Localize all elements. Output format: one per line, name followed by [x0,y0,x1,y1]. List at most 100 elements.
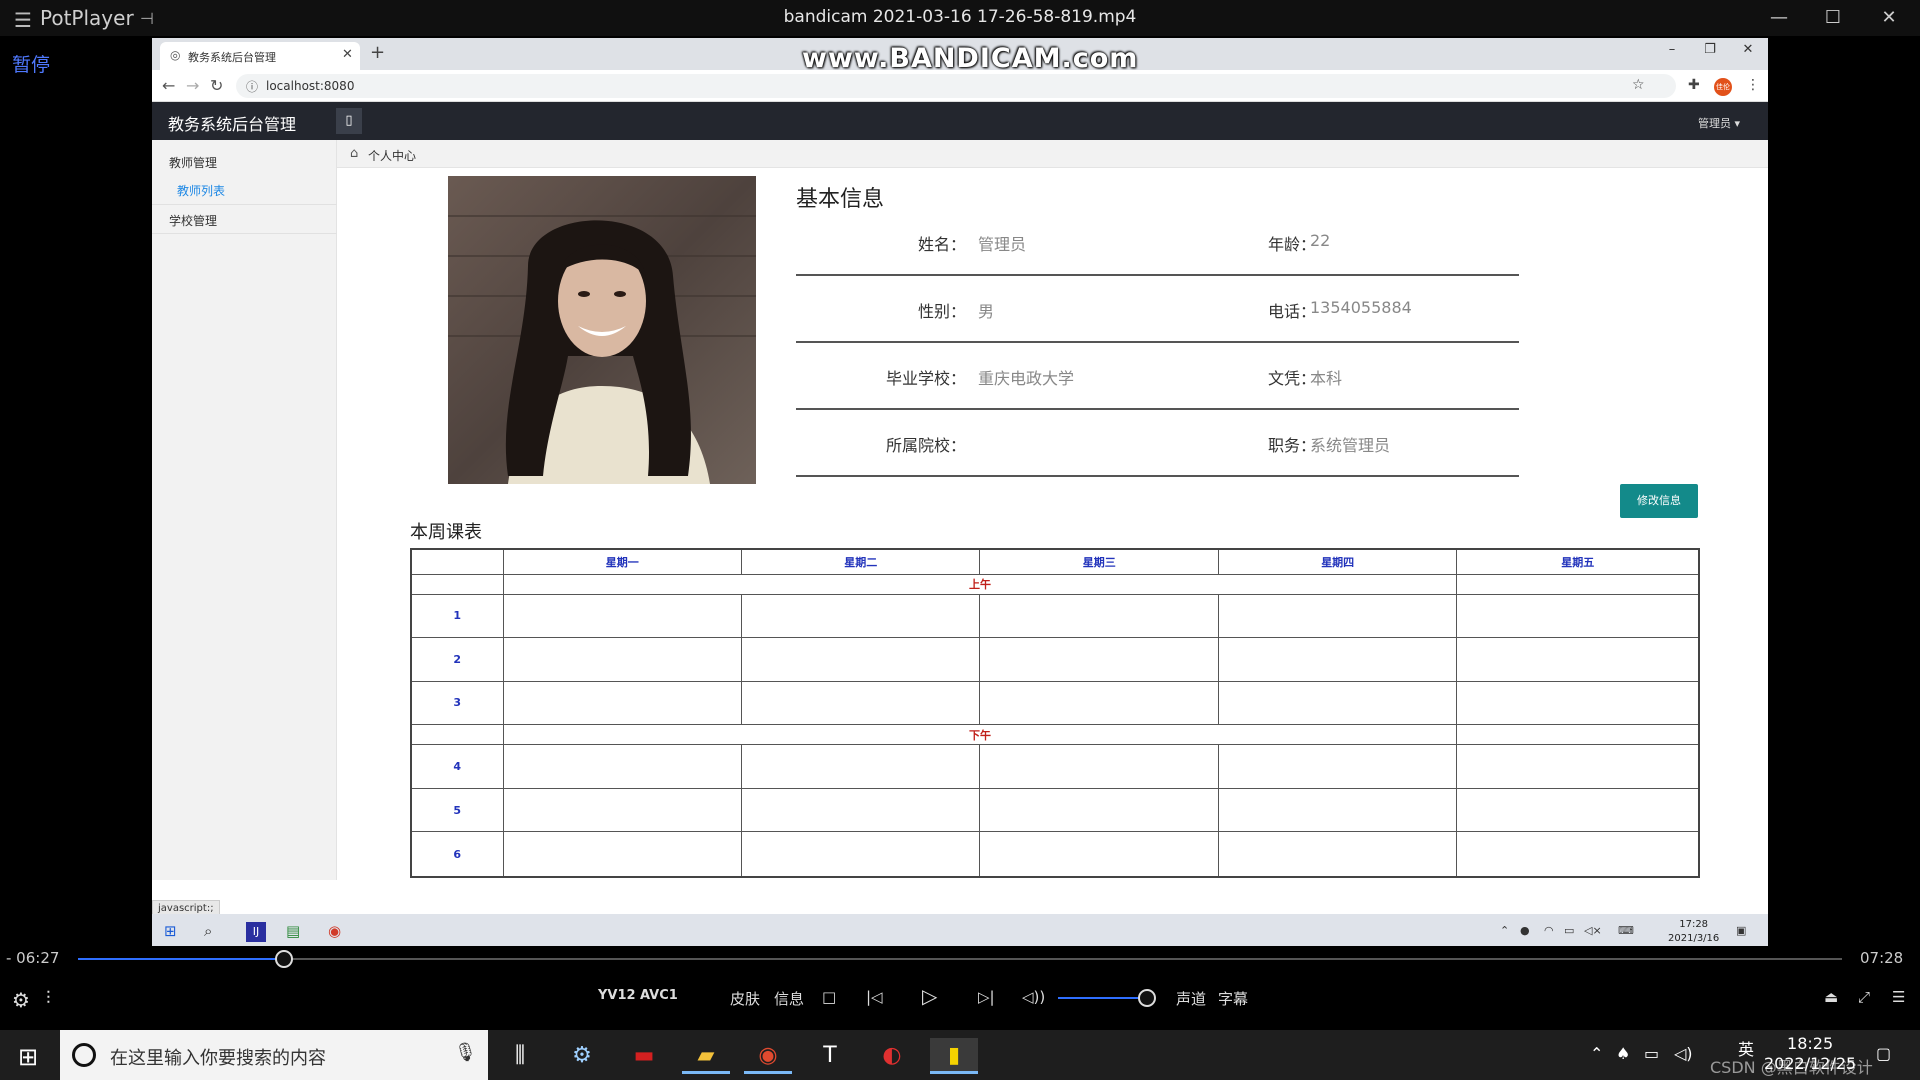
weekday-header: 星期五 [1456,548,1700,575]
volume-handle[interactable] [1138,989,1156,1007]
table-cell [1217,637,1458,682]
car-app-icon[interactable]: ▬ [620,1038,668,1074]
position-value: 系统管理员 [1310,436,1391,455]
browser-window: ◎ 教务系统后台管理 ✕ + www.BANDICAM.com – ❐ ✕ ← … [152,38,1768,950]
info-button[interactable]: 信息 [774,988,804,1009]
next-icon[interactable]: ▷| [978,988,995,1006]
eject-icon[interactable]: ⏏ [1824,988,1838,1006]
volume-icon[interactable]: ◁)) [1022,988,1045,1006]
tray-app-icon[interactable]: ♠ [1616,1044,1630,1063]
seek-bar[interactable] [78,958,1842,960]
table-cell [1456,787,1700,833]
task-view-icon[interactable]: ⫼ [496,1038,544,1074]
tray-chevron-icon[interactable]: ⌃ [1590,1044,1603,1063]
stop-icon[interactable]: □ [822,988,836,1006]
audio-channel-button[interactable]: 声道 [1176,988,1206,1009]
browser-restore-icon[interactable]: ❐ [1690,42,1730,57]
table-cell [410,724,504,746]
maximize-icon[interactable]: ☐ [1810,4,1856,32]
taskbar-search[interactable]: 在这里输入你要搜索的内容 🎙 [60,1030,488,1080]
inner-clock[interactable]: 17:28 2021/3/16 [1668,918,1719,946]
more-menu-icon[interactable]: ⋮ [1746,77,1760,93]
media-app-icon[interactable]: ◐ [868,1038,916,1074]
notification-center-icon[interactable]: ▢ [1876,1044,1891,1063]
settings-icon[interactable]: ⚙ [12,988,30,1012]
table-cell [740,787,981,833]
sidebar-item-teacher-list[interactable]: 教师列表 [152,182,337,199]
skin-button[interactable]: 皮肤 [730,988,760,1009]
table-row: 5 [410,787,1700,833]
wifi-icon[interactable]: ◠ [1544,924,1554,937]
file-explorer-icon[interactable]: ▰ [682,1038,730,1074]
edit-info-button[interactable]: 修改信息 [1620,484,1698,518]
battery-icon[interactable]: ▭ [1564,924,1574,937]
tray-chevron-icon[interactable]: ⌃ [1500,924,1509,937]
table-cell [740,637,981,682]
table-cell [1456,744,1700,789]
user-menu[interactable]: 管理员 ▾ [1698,115,1740,131]
browser-tab[interactable]: ◎ 教务系统后台管理 ✕ [160,42,360,70]
phone-value: 1354055884 [1310,298,1412,317]
chrome-taskbar-icon[interactable]: ◉ [744,1038,792,1074]
period-number: 5 [410,787,504,833]
input-language[interactable]: 英 [1738,1036,1754,1060]
windows-icon[interactable]: ⊞ [164,922,177,940]
gender-label: 性别： [917,302,966,321]
volume-icon[interactable]: ◁× [1584,924,1602,937]
table-row: 上午 [410,573,1700,595]
typora-icon[interactable]: T [806,1038,854,1074]
volume-bar[interactable] [1058,997,1148,999]
tab-close-icon[interactable]: ✕ [342,47,353,62]
settings-app-icon[interactable]: ⚙ [558,1038,606,1074]
seek-handle[interactable] [275,950,294,968]
age-value: 22 [1310,231,1331,250]
microphone-icon[interactable]: 🎙 [454,1042,477,1063]
search-icon[interactable]: ⌕ [204,922,212,940]
minimize-icon[interactable]: — [1756,4,1802,32]
keyboard-icon[interactable]: ⌨ [1618,924,1634,937]
potplayer-taskbar-icon[interactable]: ▮ [930,1038,978,1074]
editor-icon[interactable]: ▤ [286,922,300,940]
ide-icon[interactable]: IJ [246,922,266,942]
start-icon[interactable]: ⊞ [18,1043,38,1071]
period-number: 3 [410,680,504,726]
speaker-icon[interactable]: ◁) [1674,1044,1693,1063]
play-icon[interactable]: ▷ [922,984,937,1008]
equalizer-icon[interactable]: ⫶ [46,988,51,1009]
profile-avatar[interactable]: 佳伦 [1714,78,1732,96]
browser-close-icon[interactable]: ✕ [1728,42,1768,57]
table-cell [979,744,1219,789]
sidebar-item-teacher-management[interactable]: 教师管理 [152,154,337,171]
table-row: 3 [410,680,1700,726]
subtitle-button[interactable]: 字幕 [1218,988,1248,1009]
home-icon[interactable]: ⌂ [350,146,358,161]
sidebar-item-school-management[interactable]: 学校管理 [152,212,337,229]
url-field[interactable]: ⓘ localhost:8080 ☆ [236,74,1676,98]
back-icon[interactable]: ← [162,76,175,95]
system-clock[interactable]: 18:25 2022/12/25 [1764,1034,1856,1074]
seek-row: - 06:27 07:28 [0,946,1920,972]
battery-icon[interactable]: ▭ [1644,1044,1659,1063]
forward-icon[interactable]: → [186,76,199,95]
audio-codec[interactable]: AVC1 [640,988,678,1003]
browser-minimize-icon[interactable]: – [1652,42,1692,57]
table-cell [1456,573,1700,595]
new-tab-icon[interactable]: + [370,42,385,63]
fullscreen-icon[interactable]: ⤢ [1858,988,1870,1006]
star-icon[interactable]: ☆ [1632,77,1645,93]
previous-icon[interactable]: |◁ [866,988,883,1006]
chrome-icon[interactable]: ◉ [328,922,341,940]
close-icon[interactable]: ✕ [1866,4,1912,32]
table-cell [1217,831,1458,878]
info-icon[interactable]: ⓘ [246,78,258,95]
extensions-icon[interactable]: ✚ [1688,77,1700,93]
sidebar-toggle-button[interactable]: ▯ [336,108,362,134]
gender-value: 男 [978,302,995,321]
notification-icon[interactable]: ▣ [1736,924,1746,937]
url-text: localhost:8080 [266,79,355,93]
tray-app-icon[interactable]: ● [1520,924,1530,937]
reload-icon[interactable]: ↻ [210,76,223,95]
playlist-icon[interactable]: ☰ [1892,988,1905,1006]
video-codec[interactable]: YV12 [598,988,636,1003]
table-cell [740,831,981,878]
